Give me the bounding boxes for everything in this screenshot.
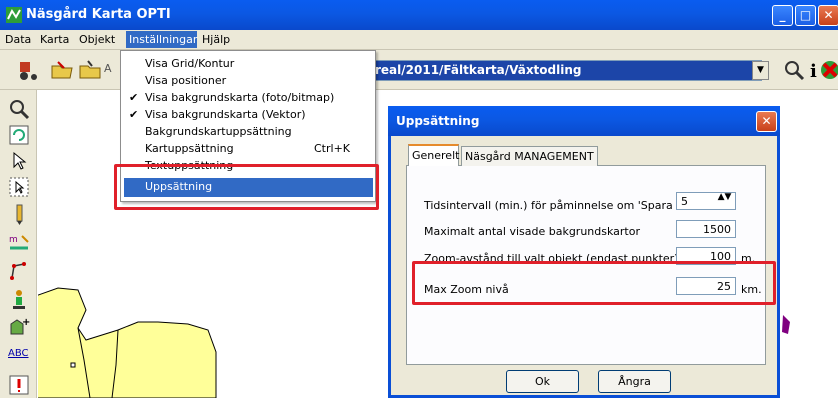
refresh-icon[interactable] (8, 124, 30, 146)
highlight-box-max-zoom (412, 261, 776, 305)
tidsintervall-stepper[interactable]: ▲▼ (716, 193, 733, 209)
open-folder-icon[interactable] (50, 58, 74, 82)
polygon-icon[interactable] (8, 260, 30, 282)
gps-person-icon[interactable] (8, 288, 30, 310)
menu-bar: Data Karta Objekt Inställningar Hjälp (0, 30, 838, 50)
select-area-icon[interactable] (8, 176, 30, 198)
exit-icon[interactable] (818, 58, 838, 82)
menu-objekt[interactable]: Objekt (79, 33, 115, 46)
window-title: Näsgård Karta OPTI (26, 7, 171, 22)
svg-text:+: + (22, 317, 30, 328)
cancel-button[interactable]: Ångra (598, 370, 671, 393)
menu-item-kartuppsattning[interactable]: Kartuppsättning (145, 142, 234, 155)
maximize-button[interactable]: □ (795, 5, 816, 26)
app-icon (6, 7, 22, 23)
folder-icon[interactable] (78, 58, 102, 82)
check-icon: ✔ (129, 91, 139, 104)
zoom-icon[interactable] (8, 98, 30, 120)
menu-installningar-label: Inställningar (129, 33, 198, 46)
menu-karta[interactable]: Karta (40, 33, 69, 46)
measure-icon[interactable]: m (8, 232, 30, 254)
menu-item-visa-positioner[interactable]: Visa positioner (145, 74, 226, 87)
left-toolbar: m + ABC (0, 90, 37, 398)
menu-installningar[interactable]: Inställningar (126, 31, 197, 48)
close-button[interactable]: ✕ (818, 5, 838, 26)
dialog-title: Uppsättning (396, 114, 480, 128)
svg-text:i: i (810, 61, 817, 82)
field-label-tidsintervall: Tidsintervall (min.) för påminnelse om '… (424, 199, 705, 212)
menu-item-bakgrundskarta-vektor[interactable]: Visa bakgrundskarta (Vektor) (145, 108, 306, 121)
svg-text:m: m (9, 235, 18, 245)
menu-hjalp[interactable]: Hjälp (202, 33, 230, 46)
ok-button[interactable]: Ok (506, 370, 579, 393)
tab-generelt-label: Generelt (412, 149, 460, 162)
add-object-icon[interactable]: + (8, 316, 30, 338)
pencil-icon[interactable] (8, 204, 30, 226)
map-path-value: real/2011/Fältkarta/Växtodling (375, 63, 582, 77)
max-bakgrundskartor-input[interactable]: 1500 (676, 220, 736, 238)
menu-item-bakgrundskarta-foto[interactable]: Visa bakgrundskarta (foto/bitmap) (145, 91, 334, 104)
combo-dropdown-button[interactable]: ▼ (752, 61, 769, 80)
highlight-box-menu (114, 164, 379, 210)
dialog-title-bar: Uppsättning ✕ (388, 106, 780, 136)
menu-item-visa-grid[interactable]: Visa Grid/Kontur (145, 57, 234, 70)
tab-management-label: Näsgård MANAGEMENT (465, 150, 594, 163)
max-bakgrundskartor-value: 1500 (703, 223, 731, 236)
text-tool-icon[interactable]: ABC (8, 348, 30, 364)
toolbar-text-fragment: A (104, 62, 112, 75)
dialog-close-button[interactable]: ✕ (756, 111, 777, 132)
menu-item-bakgrundskartuppsattning[interactable]: Bakgrundskartuppsättning (145, 125, 292, 138)
title-bar: Näsgård Karta OPTI _ □ ✕ (0, 0, 838, 30)
tidsintervall-value: 5 (681, 195, 688, 208)
tab-generelt[interactable]: Generelt (408, 144, 459, 166)
warning-icon[interactable] (8, 374, 30, 396)
pointer-icon[interactable] (8, 150, 30, 172)
field-label-max-bakgrundskartor: Maximalt antal visade bakgrundskartor (424, 225, 640, 238)
menu-data[interactable]: Data (5, 33, 31, 46)
shortcut-ctrl-k: Ctrl+K (314, 142, 351, 155)
tab-nasgard-management[interactable]: Näsgård MANAGEMENT (461, 146, 598, 166)
check-icon: ✔ (129, 108, 139, 121)
map-path-combo[interactable]: real/2011/Fältkarta/Växtodling (372, 60, 762, 81)
tractor-icon[interactable] (16, 58, 40, 82)
minimize-button[interactable]: _ (772, 5, 793, 26)
